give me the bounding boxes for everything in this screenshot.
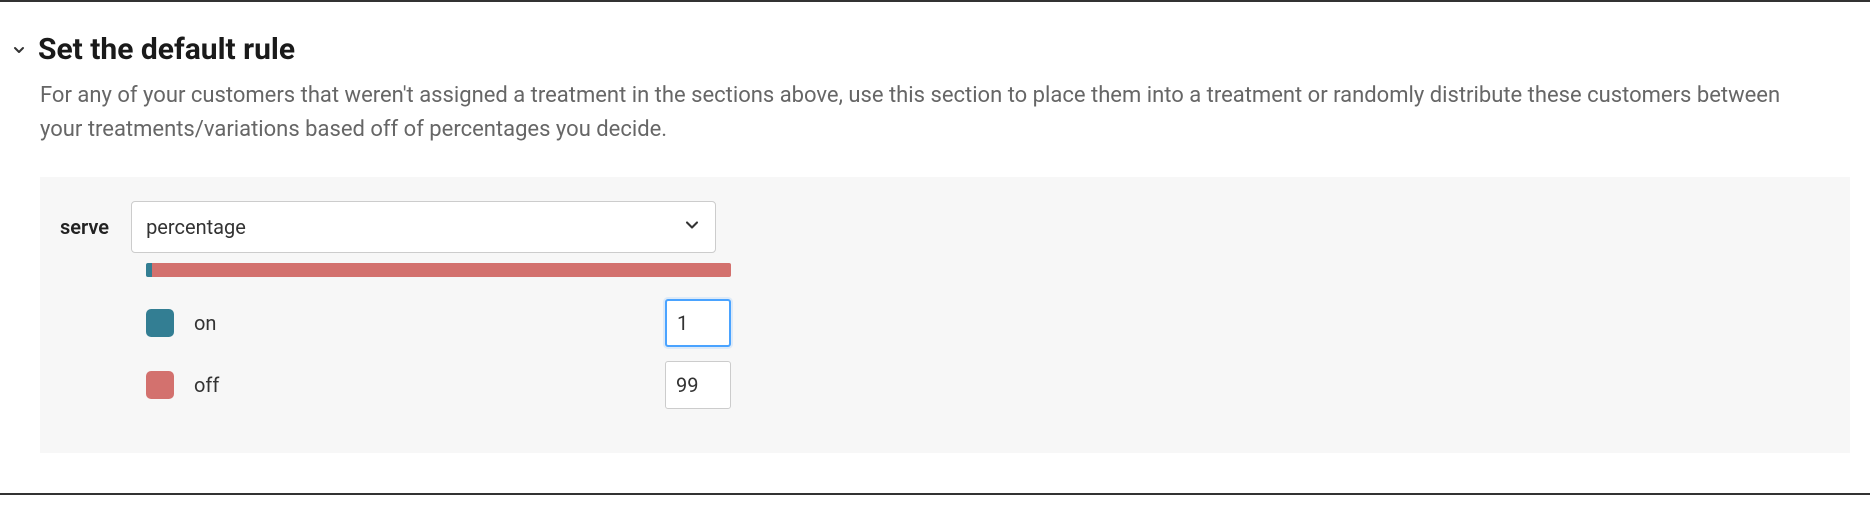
variation-label: on — [194, 311, 216, 335]
variation-label: off — [194, 373, 219, 397]
serve-select-value: percentage — [146, 215, 246, 239]
variation-row-on: on — [146, 299, 731, 347]
swatch-on — [146, 309, 174, 337]
chevron-down-icon[interactable] — [10, 41, 28, 59]
percentage-input-on[interactable] — [665, 299, 731, 347]
default-rule-panel: serve percentage on — [40, 177, 1850, 453]
serve-select-wrapper: percentage — [131, 201, 716, 253]
default-rule-section: Set the default rule For any of your cus… — [0, 2, 1870, 453]
percentage-bar[interactable] — [146, 263, 731, 277]
serve-row: serve percentage — [60, 201, 1830, 253]
section-description: For any of your customers that weren't a… — [40, 79, 1820, 147]
variation-left: on — [146, 309, 216, 337]
variation-left: off — [146, 371, 219, 399]
variation-row-off: off — [146, 361, 731, 409]
percentage-bar-off — [152, 263, 731, 277]
bottom-divider — [0, 493, 1870, 495]
swatch-off — [146, 371, 174, 399]
serve-select[interactable]: percentage — [131, 201, 716, 253]
section-header: Set the default rule — [10, 32, 1860, 67]
percentage-input-off[interactable] — [665, 361, 731, 409]
section-title: Set the default rule — [38, 32, 295, 67]
serve-label: serve — [60, 215, 109, 239]
